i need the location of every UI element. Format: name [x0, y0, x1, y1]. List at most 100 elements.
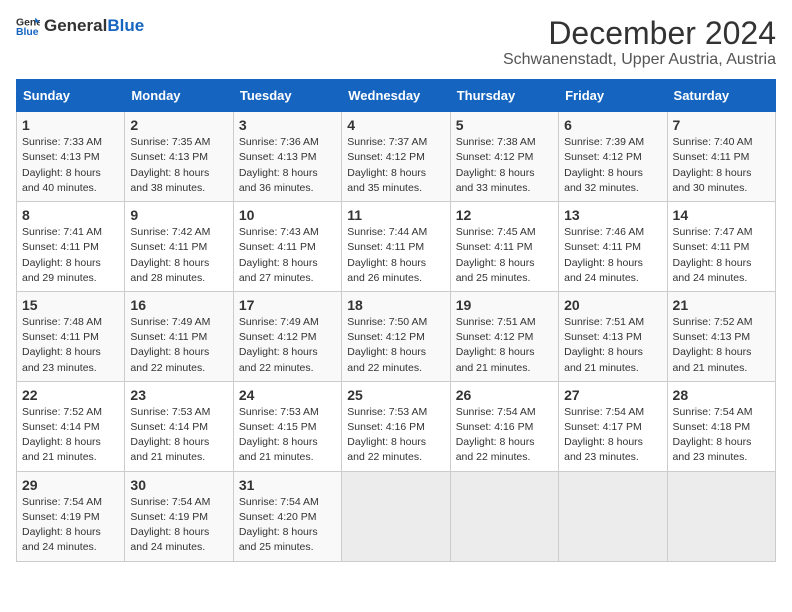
day-info: Sunrise: 7:50 AMSunset: 4:12 PMDaylight:… — [347, 315, 444, 376]
day-number: 25 — [347, 387, 444, 403]
day-number: 27 — [564, 387, 661, 403]
calendar-cell: 21 Sunrise: 7:52 AMSunset: 4:13 PMDayligh… — [667, 291, 775, 381]
calendar-cell: 18 Sunrise: 7:50 AMSunset: 4:12 PMDayligh… — [342, 291, 450, 381]
day-number: 12 — [456, 207, 553, 223]
day-info: Sunrise: 7:44 AMSunset: 4:11 PMDaylight:… — [347, 225, 444, 286]
day-number: 26 — [456, 387, 553, 403]
day-number: 7 — [673, 117, 770, 133]
calendar-cell: 3 Sunrise: 7:36 AMSunset: 4:13 PMDaylight… — [233, 112, 341, 202]
logo-general: General — [44, 17, 107, 36]
calendar-cell: 28 Sunrise: 7:54 AMSunset: 4:18 PMDayligh… — [667, 381, 775, 471]
day-info: Sunrise: 7:37 AMSunset: 4:12 PMDaylight:… — [347, 135, 444, 196]
day-info: Sunrise: 7:51 AMSunset: 4:13 PMDaylight:… — [564, 315, 661, 376]
day-info: Sunrise: 7:54 AMSunset: 4:17 PMDaylight:… — [564, 405, 661, 466]
header-friday: Friday — [559, 80, 667, 112]
calendar-cell: 12Sunrise: 7:45 AMSunset: 4:11 PMDayligh… — [450, 202, 558, 292]
day-number: 18 — [347, 297, 444, 313]
day-number: 24 — [239, 387, 336, 403]
day-number: 9 — [130, 207, 227, 223]
calendar-cell — [667, 471, 775, 561]
day-number: 19 — [456, 297, 553, 313]
day-info: Sunrise: 7:38 AMSunset: 4:12 PMDaylight:… — [456, 135, 553, 196]
calendar-table: SundayMondayTuesdayWednesdayThursdayFrid… — [16, 79, 776, 561]
day-info: Sunrise: 7:53 AMSunset: 4:15 PMDaylight:… — [239, 405, 336, 466]
day-info: Sunrise: 7:40 AMSunset: 4:11 PMDaylight:… — [673, 135, 770, 196]
header: General Blue General Blue December 2024 … — [16, 16, 776, 69]
day-info: Sunrise: 7:48 AMSunset: 4:11 PMDaylight:… — [22, 315, 119, 376]
day-number: 8 — [22, 207, 119, 223]
calendar-cell: 24 Sunrise: 7:53 AMSunset: 4:15 PMDayligh… — [233, 381, 341, 471]
calendar-cell: 6Sunrise: 7:39 AMSunset: 4:12 PMDaylight… — [559, 112, 667, 202]
subtitle: Schwanenstadt, Upper Austria, Austria — [503, 51, 776, 69]
day-info: Sunrise: 7:33 AMSunset: 4:13 PMDaylight:… — [22, 135, 119, 196]
calendar-cell: 7 Sunrise: 7:40 AMSunset: 4:11 PMDaylight… — [667, 112, 775, 202]
day-info: Sunrise: 7:46 AMSunset: 4:11 PMDaylight:… — [564, 225, 661, 286]
day-number: 11 — [347, 207, 444, 223]
day-number: 15 — [22, 297, 119, 313]
calendar-cell — [559, 471, 667, 561]
day-number: 20 — [564, 297, 661, 313]
day-info: Sunrise: 7:54 AMSunset: 4:18 PMDaylight:… — [673, 405, 770, 466]
logo: General Blue General Blue — [16, 16, 144, 36]
calendar-cell: 23Sunrise: 7:53 AMSunset: 4:14 PMDayligh… — [125, 381, 233, 471]
day-number: 2 — [130, 117, 227, 133]
main-title: December 2024 — [503, 16, 776, 51]
day-info: Sunrise: 7:51 AMSunset: 4:12 PMDaylight:… — [456, 315, 553, 376]
calendar-cell: 22Sunrise: 7:52 AMSunset: 4:14 PMDayligh… — [17, 381, 125, 471]
day-info: Sunrise: 7:54 AMSunset: 4:19 PMDaylight:… — [22, 495, 119, 556]
calendar-cell: 16Sunrise: 7:49 AMSunset: 4:11 PMDayligh… — [125, 291, 233, 381]
calendar-cell: 17 Sunrise: 7:49 AMSunset: 4:12 PMDayligh… — [233, 291, 341, 381]
day-number: 17 — [239, 297, 336, 313]
day-number: 28 — [673, 387, 770, 403]
day-info: Sunrise: 7:43 AMSunset: 4:11 PMDaylight:… — [239, 225, 336, 286]
calendar-header: SundayMondayTuesdayWednesdayThursdayFrid… — [17, 80, 776, 112]
calendar-cell: 20 Sunrise: 7:51 AMSunset: 4:13 PMDayligh… — [559, 291, 667, 381]
day-number: 10 — [239, 207, 336, 223]
day-number: 4 — [347, 117, 444, 133]
day-info: Sunrise: 7:42 AMSunset: 4:11 PMDaylight:… — [130, 225, 227, 286]
header-tuesday: Tuesday — [233, 80, 341, 112]
day-info: Sunrise: 7:54 AMSunset: 4:20 PMDaylight:… — [239, 495, 336, 556]
day-info: Sunrise: 7:53 AMSunset: 4:16 PMDaylight:… — [347, 405, 444, 466]
day-info: Sunrise: 7:54 AMSunset: 4:19 PMDaylight:… — [130, 495, 227, 556]
calendar-cell: 4 Sunrise: 7:37 AMSunset: 4:12 PMDaylight… — [342, 112, 450, 202]
day-info: Sunrise: 7:52 AMSunset: 4:14 PMDaylight:… — [22, 405, 119, 466]
calendar-cell: 26 Sunrise: 7:54 AMSunset: 4:16 PMDayligh… — [450, 381, 558, 471]
calendar-cell: 31Sunrise: 7:54 AMSunset: 4:20 PMDayligh… — [233, 471, 341, 561]
calendar-cell — [450, 471, 558, 561]
header-saturday: Saturday — [667, 80, 775, 112]
calendar-cell: 9 Sunrise: 7:42 AMSunset: 4:11 PMDaylight… — [125, 202, 233, 292]
day-info: Sunrise: 7:54 AMSunset: 4:16 PMDaylight:… — [456, 405, 553, 466]
day-info: Sunrise: 7:47 AMSunset: 4:11 PMDaylight:… — [673, 225, 770, 286]
day-number: 13 — [564, 207, 661, 223]
logo-icon: General Blue — [16, 16, 40, 36]
svg-text:Blue: Blue — [16, 27, 39, 36]
calendar-cell: 13 Sunrise: 7:46 AMSunset: 4:11 PMDayligh… — [559, 202, 667, 292]
header-wednesday: Wednesday — [342, 80, 450, 112]
calendar-cell: 5Sunrise: 7:38 AMSunset: 4:12 PMDaylight… — [450, 112, 558, 202]
day-info: Sunrise: 7:49 AMSunset: 4:12 PMDaylight:… — [239, 315, 336, 376]
calendar-cell: 1 Sunrise: 7:33 AMSunset: 4:13 PMDaylight… — [17, 112, 125, 202]
day-number: 21 — [673, 297, 770, 313]
day-info: Sunrise: 7:36 AMSunset: 4:13 PMDaylight:… — [239, 135, 336, 196]
day-number: 29 — [22, 477, 119, 493]
header-sunday: Sunday — [17, 80, 125, 112]
calendar-cell: 11 Sunrise: 7:44 AMSunset: 4:11 PMDayligh… — [342, 202, 450, 292]
calendar-cell: 30Sunrise: 7:54 AMSunset: 4:19 PMDayligh… — [125, 471, 233, 561]
logo-blue: Blue — [107, 17, 144, 36]
calendar-cell: 25 Sunrise: 7:53 AMSunset: 4:16 PMDayligh… — [342, 381, 450, 471]
day-info: Sunrise: 7:52 AMSunset: 4:13 PMDaylight:… — [673, 315, 770, 376]
calendar-cell: 27 Sunrise: 7:54 AMSunset: 4:17 PMDayligh… — [559, 381, 667, 471]
calendar-cell: 15 Sunrise: 7:48 AMSunset: 4:11 PMDayligh… — [17, 291, 125, 381]
day-number: 23 — [130, 387, 227, 403]
calendar-cell: 29 Sunrise: 7:54 AMSunset: 4:19 PMDayligh… — [17, 471, 125, 561]
calendar-cell: 19 Sunrise: 7:51 AMSunset: 4:12 PMDayligh… — [450, 291, 558, 381]
day-info: Sunrise: 7:39 AMSunset: 4:12 PMDaylight:… — [564, 135, 661, 196]
day-number: 16 — [130, 297, 227, 313]
day-number: 14 — [673, 207, 770, 223]
day-number: 3 — [239, 117, 336, 133]
calendar-cell: 2Sunrise: 7:35 AMSunset: 4:13 PMDaylight… — [125, 112, 233, 202]
calendar-cell — [342, 471, 450, 561]
day-number: 1 — [22, 117, 119, 133]
title-area: December 2024 Schwanenstadt, Upper Austr… — [503, 16, 776, 69]
